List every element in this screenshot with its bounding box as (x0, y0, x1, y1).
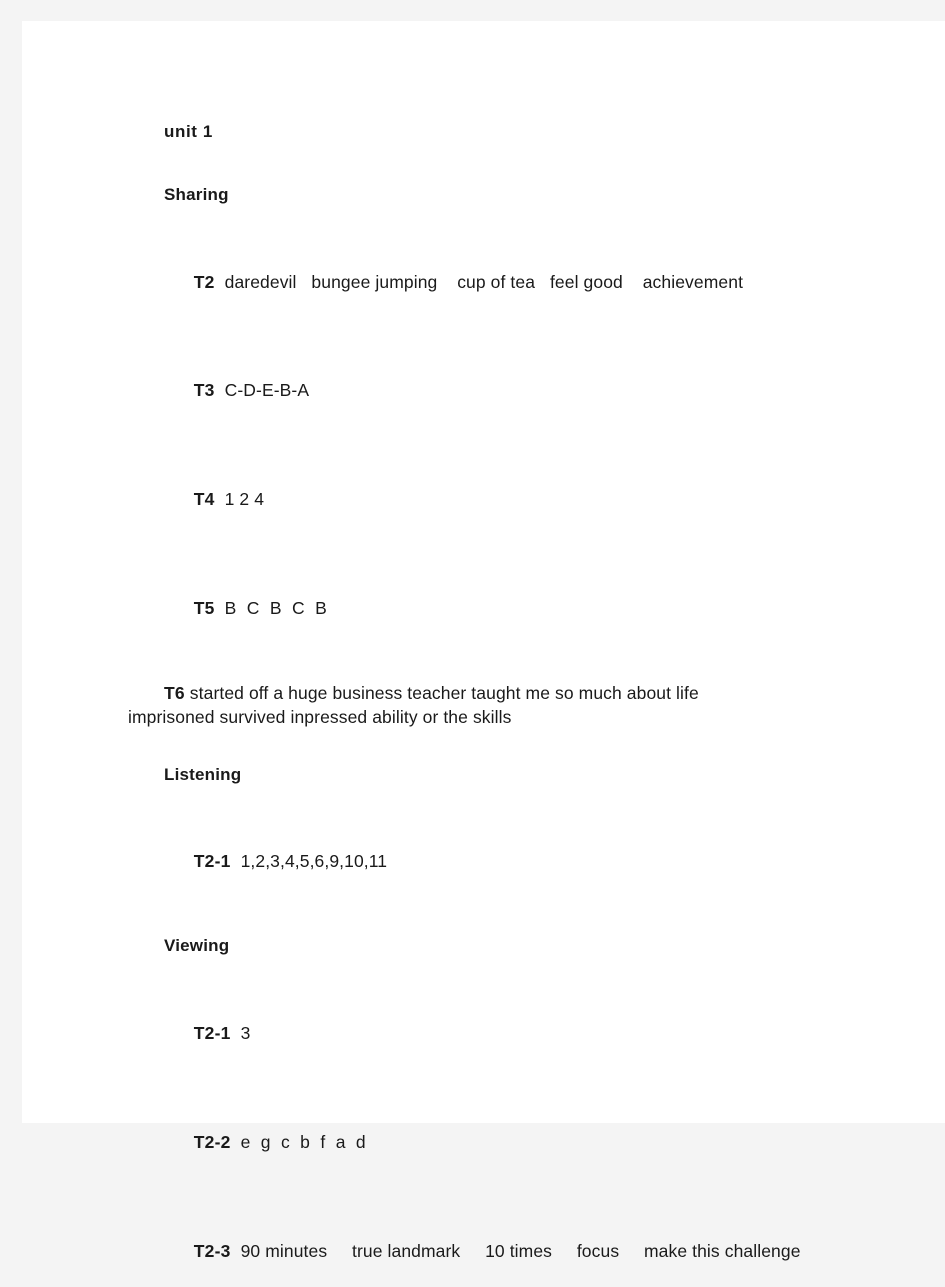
answer-row-t6-line1: T6 started off a huge business teacher t… (128, 682, 918, 706)
answer-label-viewing-t2-3: T2-3 (193, 1240, 231, 1261)
answer-row-t2: T2 daredevil bungee jumping cup of tea fe… (164, 247, 918, 318)
answer-row-t3: T3 C-D-E-B-A (164, 356, 918, 427)
answer-value-listening-t2-1: 1,2,3,4,5,6,9,10,11 (240, 851, 388, 872)
answer-label-t6: T6 (164, 683, 185, 704)
unit-title: unit 1 (164, 122, 213, 141)
answer-label-listening-t2-1: T2-1 (193, 851, 231, 872)
answer-label-viewing-t2-1: T2-1 (193, 1023, 231, 1043)
answer-row-t6-line2: imprisoned survived inpressed ability or… (128, 706, 918, 730)
answer-value-t3: C-D-E-B-A (224, 380, 310, 401)
answer-label-t5: T5 (193, 598, 215, 619)
answer-value-viewing-t2-2: e g c b f a d (240, 1131, 369, 1152)
answer-row-t5: T5 B C B C B (164, 574, 918, 645)
answer-row-t4: T4 1 2 4 (164, 465, 918, 536)
answer-label-viewing-t2-2: T2-2 (193, 1131, 231, 1152)
section-heading-listening: Listening (164, 764, 242, 784)
answer-row-listening-t2-1: T2-1 1,2,3,4,5,6,9,10,11 (164, 827, 918, 898)
answer-row-viewing-t2-2: T2-2 e g c b f a d (164, 1107, 918, 1178)
answer-value-t2: daredevil bungee jumping cup of tea feel… (224, 271, 744, 292)
section-heading-sharing: Sharing (164, 184, 229, 204)
answer-value-t5: B C B C B (224, 598, 330, 619)
section-heading-viewing: Viewing (164, 936, 230, 956)
answer-value-t4: 1 2 4 (224, 489, 265, 510)
answer-label-t2: T2 (193, 271, 215, 292)
document-page: unit 1 Sharing T2 daredevil bungee jumpin… (22, 21, 945, 1261)
answer-row-viewing-t2-1: T2-1 3 (164, 998, 918, 1069)
answer-label-t4: T4 (193, 489, 215, 510)
answer-value-viewing-t2-3: 90 minutes true landmark 10 times focus … (240, 1240, 801, 1261)
answer-label-t3: T3 (193, 380, 215, 401)
answer-row-viewing-t2-3: T2-3 90 minutes true landmark 10 times fo… (164, 1216, 918, 1287)
answer-value-viewing-t2-1: 3 (240, 1023, 251, 1043)
document-content: unit 1 Sharing T2 daredevil bungee jumpin… (128, 21, 918, 1287)
answer-value-t6-line2: imprisoned survived inpressed ability or… (128, 707, 512, 727)
answer-value-t6-line1: started off a huge business teacher taug… (189, 683, 699, 704)
